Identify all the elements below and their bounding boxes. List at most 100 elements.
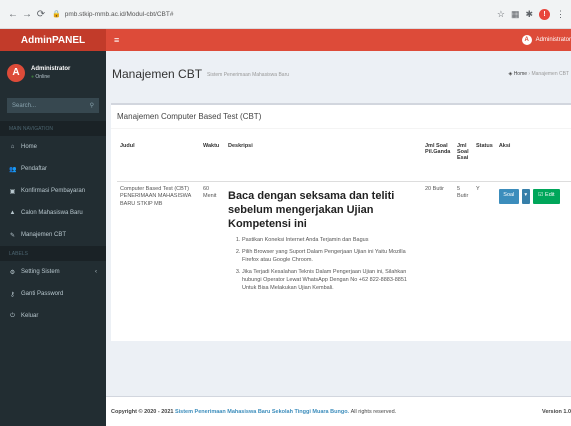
browser-toolbar: ← → ⟳ 🔒 pmb.stkip-mmb.ac.id/Modul-cbt/CB… bbox=[0, 0, 571, 29]
sidebar-item-label: Konfirmasi Pembayaran bbox=[21, 188, 86, 194]
footer-rights: All rights reserved. bbox=[350, 408, 397, 415]
footer: Copyright © 2020 - 2021 Sistem Penerimaa… bbox=[106, 396, 571, 426]
url-text: pmb.stkip-mmb.ac.id/Modul-cbt/CBT# bbox=[64, 10, 174, 18]
page-title: Manajemen CBT bbox=[112, 66, 203, 81]
menu-header-main: MAIN NAVIGATION bbox=[0, 121, 106, 136]
money-icon: ▣ bbox=[9, 188, 16, 195]
box-title: Manajemen Computer Based Test (CBT) bbox=[111, 105, 571, 129]
home-icon: ⌂ bbox=[10, 144, 15, 150]
breadcrumb-home[interactable]: Home bbox=[514, 71, 527, 77]
sidebar-item-setting[interactable]: ⚙ Setting Sistem ‹ bbox=[0, 261, 106, 283]
table-row: Computer Based Test (CBT) PENERIMAAN MAH… bbox=[117, 181, 571, 301]
navbar-user-avatar: A bbox=[521, 35, 532, 45]
dashboard-icon: ◈ bbox=[508, 70, 513, 77]
sidebar-item-label: Pendaftar bbox=[21, 166, 48, 172]
sidebar-item-label: Manajemen CBT bbox=[21, 232, 67, 238]
browser-actions: ☆ ▦ ✱ ! ⋮ bbox=[497, 8, 565, 20]
soal-dropdown-toggle[interactable]: ▾ bbox=[521, 188, 530, 204]
sidebar-item-label: Home bbox=[21, 144, 38, 150]
footer-version: Version 1.0 bbox=[541, 408, 571, 415]
edit-icon: ✎ bbox=[9, 232, 16, 239]
cell-status: Y bbox=[476, 185, 480, 192]
profile-avatar-icon[interactable]: ! bbox=[539, 8, 550, 20]
key-icon: ⚷ bbox=[10, 291, 15, 298]
user-status-text: Online bbox=[35, 73, 50, 80]
menu-header-labels: LABELS bbox=[0, 246, 106, 261]
hamburger-icon[interactable]: ≡ bbox=[114, 35, 119, 45]
breadcrumb: ◈ Home › Manajemen CBT bbox=[508, 71, 571, 77]
star-icon[interactable]: ☆ bbox=[497, 9, 505, 20]
list-item: Pilih Browser yang Suport Dalam Pengerja… bbox=[242, 249, 419, 265]
online-dot-icon: ● bbox=[31, 73, 35, 80]
sidebar-item-cbt[interactable]: ✎ Manajemen CBT bbox=[0, 224, 106, 246]
sidebar-user-name: Administrator bbox=[31, 65, 71, 72]
content-header: Manajemen CBT Sistem Penerimaan Mahasisw… bbox=[106, 51, 571, 96]
gears-icon: ⚙ bbox=[9, 269, 16, 276]
sidebar-item-password[interactable]: ⚷ Ganti Password bbox=[0, 283, 106, 305]
sidebar-item-keluar[interactable]: ⏻ Keluar bbox=[0, 305, 106, 327]
back-arrow-icon[interactable]: ← bbox=[6, 7, 20, 21]
caret-down-icon: ▾ bbox=[524, 192, 528, 199]
top-navbar: ≡ A Administrator bbox=[106, 29, 571, 51]
col-waktu: Waktu bbox=[200, 139, 225, 182]
col-aksi: Aksi bbox=[495, 139, 571, 182]
col-deskripsi: Deskripsi bbox=[225, 139, 422, 182]
description-heading: Baca dengan seksama dan teliti sebelum m… bbox=[228, 189, 395, 231]
kebab-menu-icon[interactable]: ⋮ bbox=[556, 9, 565, 20]
puzzle-icon[interactable]: ✱ bbox=[525, 9, 533, 20]
sidebar-item-home[interactable]: ⌂ Home bbox=[0, 136, 106, 158]
app-logo[interactable]: AdminPANEL bbox=[0, 29, 106, 51]
sidebar-item-calon[interactable]: ▲ Calon Mahasiswa Baru bbox=[0, 202, 106, 224]
forward-arrow-icon[interactable]: → bbox=[20, 7, 34, 21]
col-jml-pg: Jml Soal Pil.Ganda bbox=[422, 139, 454, 182]
sidebar-user-status: ● Online bbox=[31, 74, 70, 80]
breadcrumb-current: Manajemen CBT bbox=[531, 70, 569, 77]
instruction-list: Pastikan Koneksi Internet Anda Terjamin … bbox=[228, 237, 419, 293]
col-jml-esai: Jml Soal Esai bbox=[454, 139, 473, 182]
sidebar-item-label: Keluar bbox=[21, 313, 39, 319]
footer-link[interactable]: Sistem Penerimaan Mahasiswa Baru Sekolah… bbox=[175, 409, 349, 415]
sidebar-user-panel: A Administrator ● Online bbox=[0, 51, 106, 94]
lock-icon: 🔒 bbox=[52, 11, 61, 18]
list-item: Pastikan Koneksi Internet Anda Terjamin … bbox=[242, 237, 419, 245]
power-icon: ⏻ bbox=[10, 312, 15, 319]
search-input[interactable]: Search... bbox=[12, 103, 90, 109]
col-status: Status bbox=[473, 139, 496, 182]
cbt-table: Judul Waktu Deskripsi Jml Soal Pil.Ganda… bbox=[117, 139, 571, 301]
sidebar: A Administrator ● Online Search... ⚲ MAI… bbox=[0, 51, 106, 426]
navbar-user-name: Administrator bbox=[535, 37, 571, 43]
col-judul: Judul bbox=[117, 139, 200, 182]
edit-button[interactable]: ☑ Edit bbox=[532, 188, 560, 204]
soal-button[interactable]: Soal bbox=[498, 188, 519, 204]
edit-icon: ☑ bbox=[538, 192, 544, 199]
sidebar-search[interactable]: Search... ⚲ bbox=[7, 98, 99, 113]
edit-label: Edit bbox=[545, 192, 555, 199]
navbar-user-menu[interactable]: A Administrator bbox=[521, 35, 571, 45]
table-header-row: Judul Waktu Deskripsi Jml Soal Pil.Ganda… bbox=[117, 139, 571, 182]
action-buttons: Soal ▾ ☑ Edit bbox=[498, 188, 568, 204]
address-bar[interactable]: 🔒 pmb.stkip-mmb.ac.id/Modul-cbt/CBT# bbox=[52, 5, 173, 23]
sidebar-item-label: Setting Sistem bbox=[21, 269, 60, 275]
list-item: Jika Terjadi Kesalahan Teknis Dalam Peng… bbox=[242, 269, 419, 293]
cell-aksi: Soal ▾ ☑ Edit bbox=[496, 181, 571, 301]
cell-jml-pg: 20 Butir bbox=[425, 185, 444, 192]
sidebar-item-label: Calon Mahasiswa Baru bbox=[21, 210, 83, 216]
cell-waktu: 60 Menit bbox=[203, 185, 217, 200]
sidebar-item-pendaftar[interactable]: 👥 Pendaftar bbox=[0, 158, 106, 180]
reload-icon[interactable]: ⟳ bbox=[34, 7, 48, 21]
extension-icon[interactable]: ▦ bbox=[511, 9, 520, 20]
sidebar-user-avatar: A bbox=[7, 63, 25, 82]
cbt-box: Manajemen Computer Based Test (CBT) Judu… bbox=[111, 103, 571, 341]
cell-judul: Computer Based Test (CBT) PENERIMAAN MAH… bbox=[120, 185, 192, 208]
chevron-left-icon: ‹ bbox=[95, 269, 97, 275]
sidebar-item-label: Ganti Password bbox=[21, 291, 64, 297]
sidebar-item-konfirmasi[interactable]: ▣ Konfirmasi Pembayaran bbox=[0, 180, 106, 202]
cell-deskripsi: Baca dengan seksama dan teliti sebelum m… bbox=[225, 181, 422, 301]
breadcrumb-separator: › bbox=[528, 70, 531, 77]
page-subtitle: Sistem Penerimaan Mahasiswa Baru bbox=[207, 72, 290, 78]
cell-jml-esai: 5 Butir bbox=[457, 185, 469, 200]
graduation-icon: ▲ bbox=[9, 210, 16, 216]
users-icon: 👥 bbox=[9, 166, 17, 173]
search-icon[interactable]: ⚲ bbox=[90, 102, 94, 109]
footer-copyright: Copyright © 2020 - 2021 bbox=[111, 408, 174, 415]
